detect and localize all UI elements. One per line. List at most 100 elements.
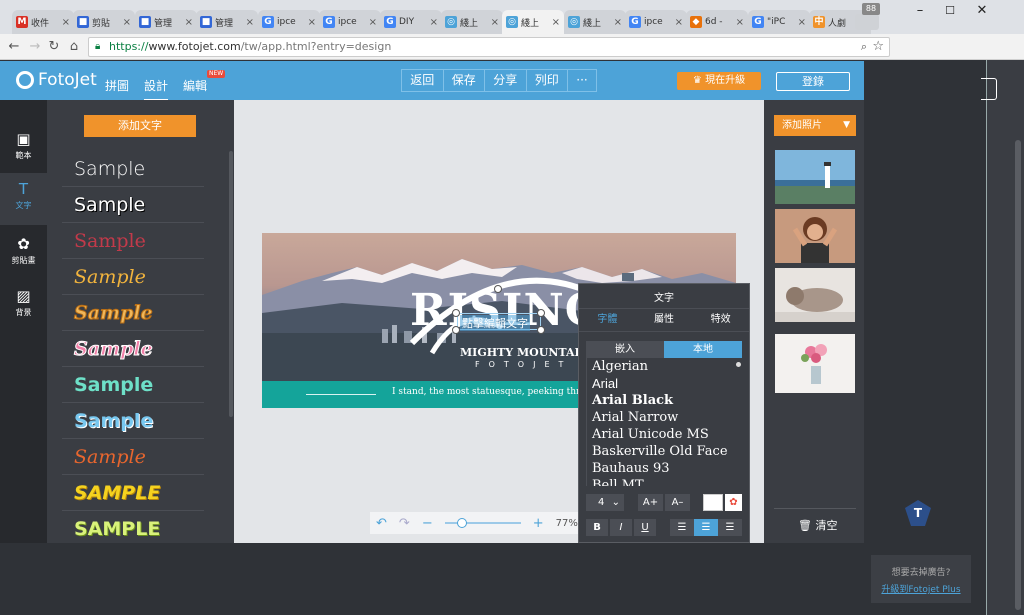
browser-tab[interactable]: Gipce × — [258, 10, 320, 34]
color-picker-icon[interactable]: ✿ — [725, 494, 742, 511]
tab-close-icon[interactable]: × — [430, 17, 438, 28]
text-style-sample[interactable]: SAMPLE — [62, 511, 204, 547]
forward-arrow-icon[interactable]: → — [26, 38, 44, 56]
text-style-sample[interactable]: Sample — [62, 295, 204, 331]
rail-item-background[interactable]: ▨ 背景 — [0, 280, 47, 332]
tab-close-icon[interactable]: × — [491, 17, 499, 28]
browser-tab[interactable]: ◎ 綫上 × — [564, 10, 626, 34]
tab-effects[interactable]: 特效 — [692, 309, 749, 331]
rotate-handle[interactable] — [494, 285, 502, 293]
lighthouse-photo[interactable] — [775, 150, 855, 204]
rail-item-templates[interactable]: ▣ 範本 — [0, 123, 47, 175]
align-right-icon[interactable]: ☰ — [718, 519, 742, 536]
reload-icon[interactable]: ↻ — [45, 38, 63, 56]
new-tab-button[interactable] — [855, 14, 879, 30]
undo-icon[interactable]: ↶ — [376, 516, 387, 531]
second-window-scrollbar[interactable] — [1015, 140, 1021, 610]
maximize-button[interactable]: ☐ — [935, 2, 965, 20]
font-option[interactable]: Bell MT — [587, 477, 742, 486]
selected-text[interactable]: 點擊編輯文字 — [460, 315, 530, 331]
tab-close-icon[interactable]: × — [614, 17, 622, 28]
redo-icon[interactable]: ↷ — [399, 516, 410, 531]
minimize-button[interactable]: – — [905, 2, 935, 20]
font-option[interactable]: Algerian — [587, 358, 742, 375]
browser-tab[interactable]: Gipce × — [319, 10, 381, 34]
text-style-sample[interactable]: Sample — [62, 151, 204, 187]
back-arrow-icon[interactable]: ← — [5, 38, 23, 56]
back-button[interactable]: 返回 — [402, 70, 444, 91]
browser-tab[interactable]: ◎ 綫上 × — [441, 10, 503, 34]
resize-handle[interactable] — [452, 309, 460, 317]
nav-collage[interactable]: 拼圖 — [105, 77, 129, 94]
print-button[interactable]: 列印 — [527, 70, 568, 91]
underline-button[interactable]: U — [634, 519, 656, 536]
nav-edit[interactable]: 編輯 — [183, 77, 207, 94]
resize-handle[interactable] — [452, 326, 460, 334]
resize-handle[interactable] — [537, 309, 545, 317]
text-style-sample[interactable]: Sample — [62, 223, 204, 259]
second-window-button[interactable] — [981, 78, 997, 100]
browser-tab[interactable]: ◆ 6d - × — [686, 10, 748, 34]
fotojet-logo[interactable]: FotoJet — [16, 70, 97, 90]
font-option[interactable]: Arial Black — [587, 392, 742, 409]
brand-text[interactable]: FOTOJET — [475, 360, 572, 369]
browser-tab[interactable]: Gipce × — [625, 10, 687, 34]
close-window-button[interactable]: ✕ — [967, 2, 997, 20]
zoom-slider-knob[interactable] — [456, 518, 467, 528]
upgrade-button[interactable]: ♛ 現在升級 — [677, 72, 761, 90]
browser-tab[interactable]: ■ 管理 × — [196, 10, 258, 34]
rail-item-clipart[interactable]: ✿ 剪貼畫 — [0, 228, 47, 280]
tab-close-icon[interactable]: × — [675, 17, 683, 28]
zoom-icon[interactable]: ⌕ — [861, 40, 867, 54]
text-style-sample[interactable]: SAMPLE — [62, 475, 204, 511]
woman-photo[interactable] — [775, 209, 855, 263]
clear-button[interactable]: 🗑︎ 清空 — [798, 517, 837, 533]
text-style-sample[interactable]: Sample — [62, 259, 204, 295]
subtitle-text[interactable]: MIGHTY MOUNTAIN — [460, 346, 590, 359]
font-size-select[interactable]: 4 ⌄ — [586, 494, 624, 511]
font-option[interactable]: Bauhaus 93 — [587, 460, 742, 477]
font-size-up-button[interactable]: A+ — [638, 494, 663, 511]
home-icon[interactable]: ⌂ — [65, 38, 83, 56]
login-button[interactable]: 登錄 — [776, 72, 850, 91]
tab-font[interactable]: 字體 — [579, 309, 636, 331]
zoom-out-icon[interactable]: − — [422, 516, 433, 531]
font-size-down-button[interactable]: A– — [665, 494, 690, 511]
align-left-icon[interactable]: ☰ — [670, 519, 694, 536]
text-style-sample[interactable]: Sample — [62, 403, 204, 439]
tab-close-icon[interactable]: × — [246, 17, 254, 28]
more-button[interactable]: ··· — [568, 70, 596, 91]
font-list-scrollbar[interactable] — [736, 362, 741, 367]
font-list[interactable]: Algerian Arial Arial Black Arial Narrow Aria… — [586, 358, 742, 486]
bookmark-star-icon[interactable]: ☆ — [872, 39, 884, 54]
tab-close-icon[interactable]: × — [369, 17, 377, 28]
add-text-button[interactable]: 添加文字 — [84, 115, 196, 137]
address-bar[interactable]: 🔒︎ https://www.fotojet.com/tw/app.html?e… — [88, 37, 890, 57]
text-style-sample[interactable]: Sample — [62, 331, 204, 367]
font-option[interactable]: Arial Narrow — [587, 409, 742, 426]
align-center-icon[interactable]: ☰ — [694, 519, 718, 536]
browser-tab[interactable]: G DIY × — [380, 10, 442, 34]
zoom-in-icon[interactable]: + — [533, 516, 544, 531]
bold-button[interactable]: B — [586, 519, 608, 536]
text-style-sample[interactable]: Sample — [62, 439, 204, 475]
browser-tab[interactable]: ■ 剪貼 × — [73, 10, 135, 34]
browser-tab[interactable]: ◎ 綫上 × — [502, 10, 564, 34]
flowers-photo[interactable] — [775, 334, 855, 393]
text-selection-box[interactable]: 點擊編輯文字 — [457, 313, 541, 331]
cat-photo[interactable] — [775, 268, 855, 322]
tab-close-icon[interactable]: × — [62, 17, 70, 28]
tab-properties[interactable]: 屬性 — [636, 309, 693, 331]
panel-scrollbar[interactable] — [229, 151, 233, 417]
nav-design[interactable]: 設計 — [144, 77, 169, 102]
tab-close-icon[interactable]: × — [552, 17, 560, 28]
add-photo-button[interactable]: 添加照片 ▼ — [774, 115, 856, 136]
font-option[interactable]: Arial Unicode MS — [587, 426, 742, 443]
font-option[interactable]: Arial — [587, 375, 742, 392]
browser-tab[interactable]: M 收件 × — [12, 10, 74, 34]
text-style-sample[interactable]: Sample — [62, 187, 204, 223]
tab-embedded[interactable]: 嵌入 — [586, 341, 664, 358]
share-button[interactable]: 分享 — [485, 70, 527, 91]
tab-close-icon[interactable]: × — [123, 17, 131, 28]
text-style-sample[interactable]: Sample — [62, 367, 204, 403]
